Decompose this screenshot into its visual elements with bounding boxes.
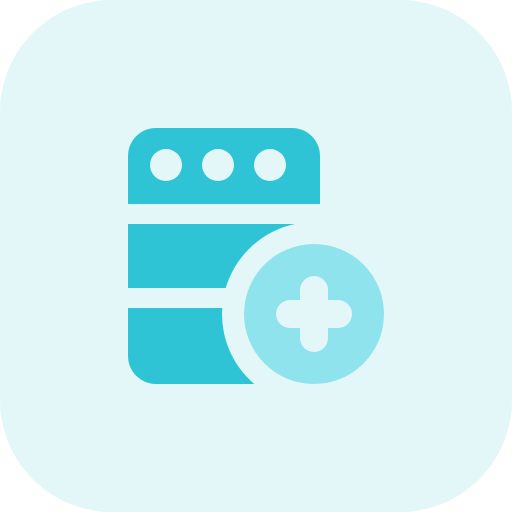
server-top-panel-base	[128, 176, 320, 204]
server-indicator-dot-3	[254, 149, 286, 181]
server-indicator-dot-1	[150, 149, 182, 181]
icon-canvas	[0, 0, 512, 512]
server-indicator-dot-2	[202, 149, 234, 181]
add-server-icon	[0, 0, 512, 512]
plus-icon-horizontal	[276, 300, 352, 328]
